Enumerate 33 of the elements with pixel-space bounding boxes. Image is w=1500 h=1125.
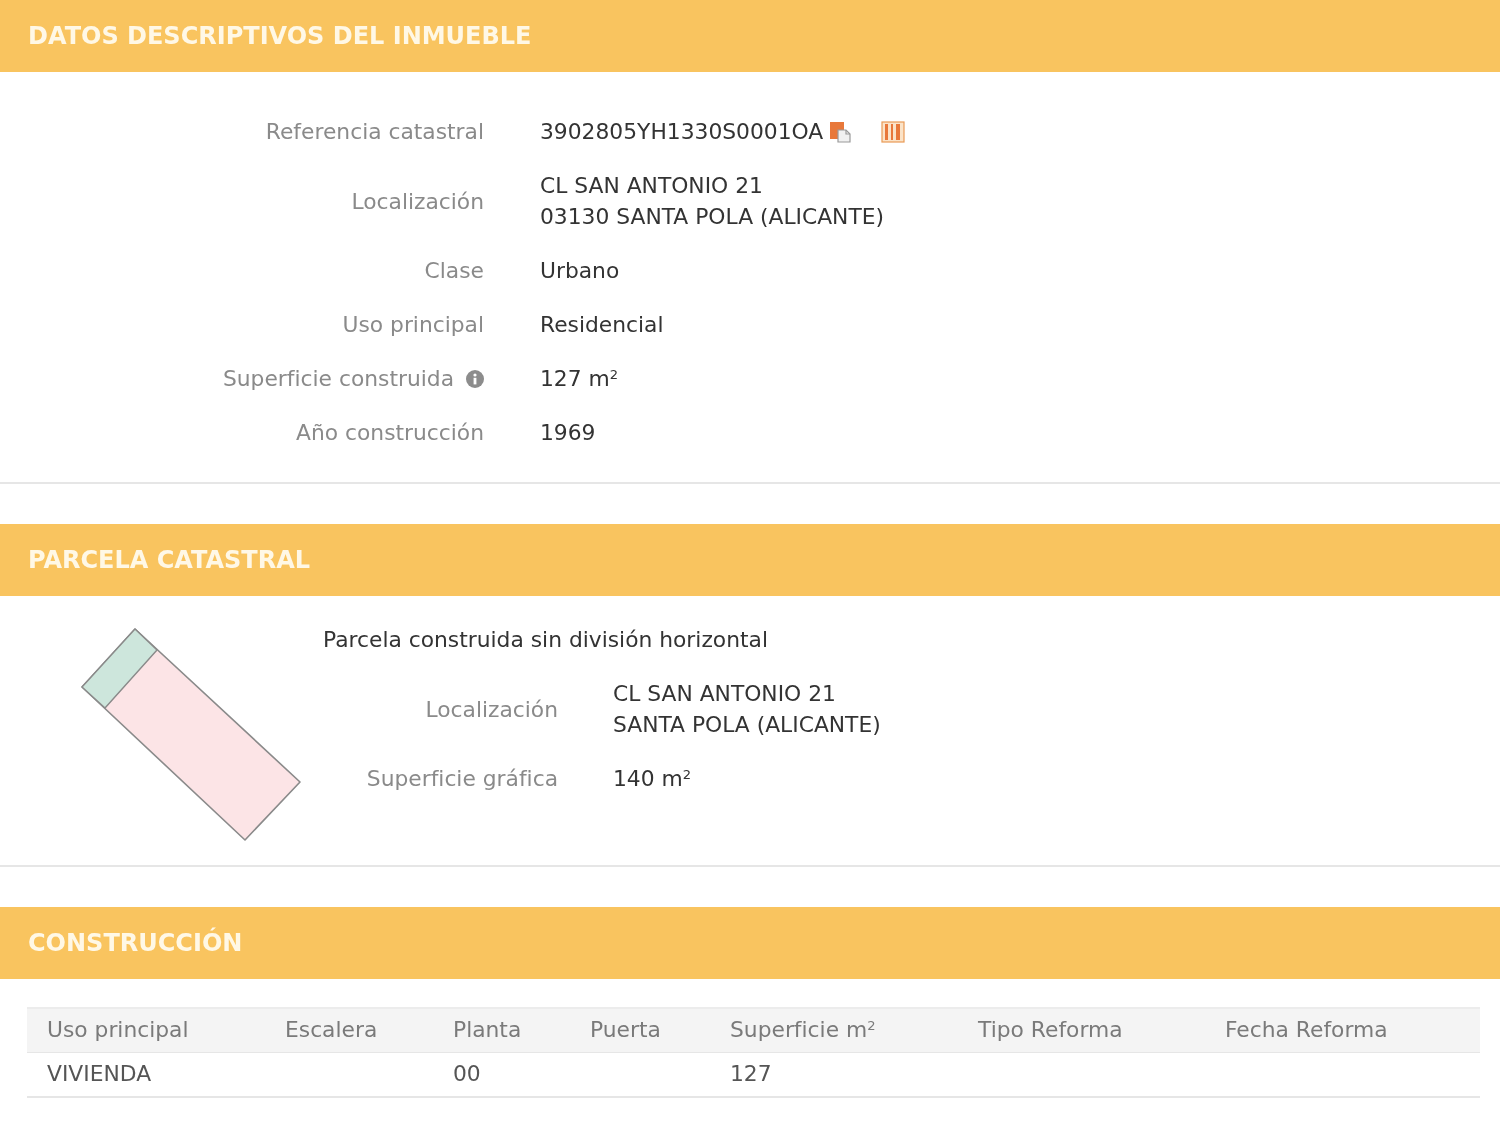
field-value: Residencial [540, 311, 664, 339]
field-value: Urbano [540, 257, 620, 285]
field-label: Clase [424, 257, 484, 285]
field-value: 1969 [540, 419, 596, 447]
parcel-description: Parcela construida sin división horizontal [323, 626, 769, 654]
field-label: Localización [425, 695, 558, 724]
section-header: PARCELA CATASTRAL [0, 524, 1500, 596]
field-label: Superficie gráfica [366, 765, 558, 793]
field-value: 127 m$^{2}$ [540, 365, 619, 393]
column-header: Puerta [570, 1008, 710, 1052]
section-header: CONSTRUCCIÓN [0, 907, 1500, 979]
column-header: Escalera [265, 1008, 433, 1052]
table-cell: 127 [710, 1052, 958, 1097]
field-label: Año construcción [296, 419, 484, 447]
table-cell: VIVIENDA [27, 1052, 265, 1097]
info-icon[interactable] [466, 369, 484, 388]
vertical-bars-icon[interactable] [881, 120, 906, 143]
section-header: DATOS DESCRIPTIVOS DEL INMUEBLE [0, 0, 1500, 72]
column-header: Tipo Reforma [958, 1008, 1205, 1052]
table-cell: 00 [433, 1052, 570, 1097]
field-value: 140 m$^{2}$ [613, 765, 692, 793]
copy-icon[interactable] [829, 120, 852, 143]
field-value: CL SAN ANTONIO 21 SANTA POLA (ALICANTE) [613, 680, 881, 739]
field-label: Superficie construida [222, 365, 454, 393]
column-header: Superficie m$^{2}$ [710, 1008, 958, 1052]
column-header: Uso principal [27, 1008, 265, 1052]
field-value: CL SAN ANTONIO 21 03130 SANTA POLA (ALICANTE) [540, 172, 884, 231]
column-header: Planta [433, 1008, 570, 1052]
field-label: Localización [351, 187, 484, 216]
column-header: Fecha Reforma [1205, 1008, 1480, 1052]
field-label: Referencia catastral [265, 118, 484, 146]
field-label: Uso principal [342, 311, 484, 339]
field-value: 3902805YH1330S0001OA [540, 118, 824, 146]
